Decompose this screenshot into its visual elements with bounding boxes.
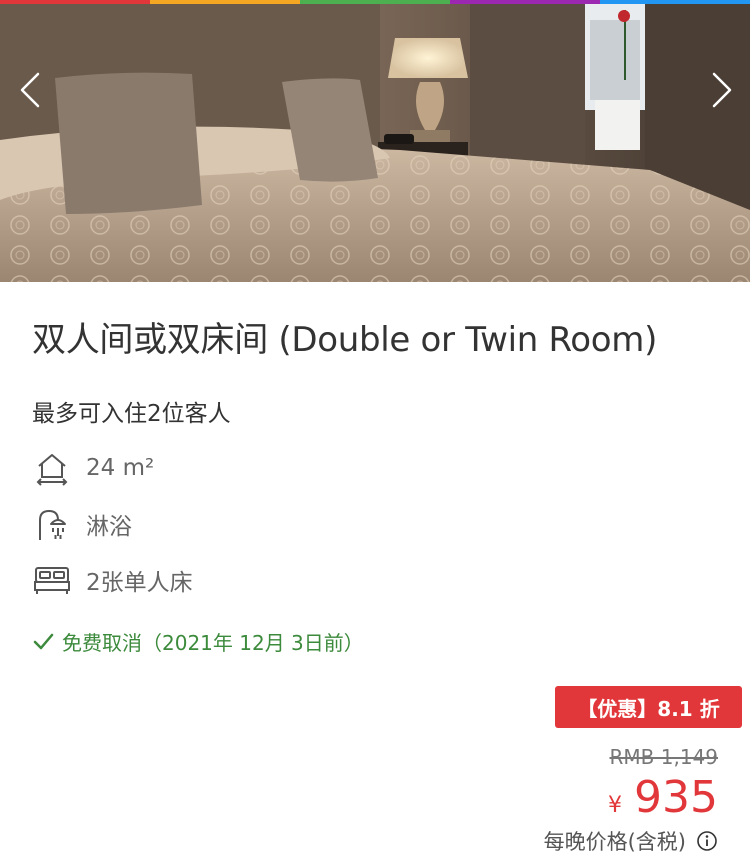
info-icon[interactable] xyxy=(696,830,718,852)
room-photo xyxy=(0,0,750,282)
original-price: RMB 1,149 xyxy=(609,745,719,769)
check-icon xyxy=(33,633,54,649)
currency-symbol: ¥ xyxy=(608,793,623,818)
room-capacity: 最多可入住2位客人 xyxy=(32,401,231,427)
brand-color-stripe xyxy=(0,0,750,4)
shower-icon xyxy=(32,504,72,544)
per-night-price-label: 每晚价格(含税) xyxy=(544,826,718,856)
free-cancellation-note: 免费取消 （2021年 12月 3日前） xyxy=(32,627,364,656)
area-icon xyxy=(32,448,72,488)
per-night-text: 每晚价格(含税) xyxy=(543,830,686,854)
shower-text: 淋浴 xyxy=(86,514,132,540)
bed-type-text: 2张单人床 xyxy=(86,570,193,596)
room-feature-area: 24 m² xyxy=(32,448,154,488)
cancellation-deadline: （2021年 12月 3日前） xyxy=(142,631,364,655)
chevron-left-icon xyxy=(20,72,40,108)
current-price: ¥ 935 xyxy=(608,772,718,823)
next-photo-button[interactable] xyxy=(702,70,742,110)
price-amount: 935 xyxy=(634,772,718,823)
chevron-right-icon xyxy=(712,72,732,108)
free-cancellation-label: 免费取消 xyxy=(62,631,142,655)
bed-icon xyxy=(32,560,72,600)
room-title: 双人间或双床间 (Double or Twin Room) xyxy=(32,320,658,360)
room-feature-shower: 淋浴 xyxy=(32,504,132,544)
previous-photo-button[interactable] xyxy=(10,70,50,110)
discount-badge: 【优惠】8.1 折 xyxy=(555,686,742,728)
room-area-text: 24 m² xyxy=(86,455,155,481)
room-photo-gallery[interactable] xyxy=(0,0,750,282)
room-feature-beds: 2张单人床 xyxy=(32,560,193,600)
